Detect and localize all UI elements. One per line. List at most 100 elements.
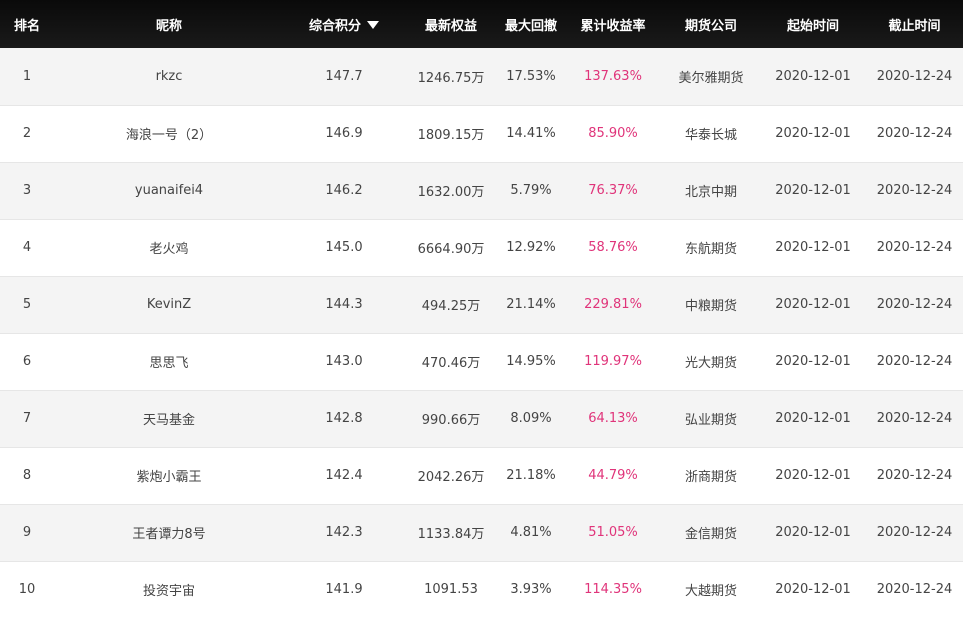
cell-nickname: KevinZ (146, 297, 192, 312)
header-return-rate: 累计收益率 (580, 18, 646, 34)
cell-score: 141.9 (325, 582, 363, 597)
cell-end-time: 2020-12-24 (876, 525, 953, 540)
cell-return-rate: 229.81% (584, 297, 642, 312)
header-nickname: 昵称 (155, 18, 182, 34)
cell-rank: 5 (22, 297, 32, 312)
cell-start-time: 2020-12-01 (775, 183, 851, 198)
cell-drawdown: 3.93% (510, 582, 552, 597)
cell-broker: 北京中期 (684, 185, 737, 200)
cell-score: 146.9 (325, 126, 363, 141)
cell-broker: 华泰长城 (684, 128, 737, 143)
cell-rank: 6 (22, 354, 32, 369)
cell-start-time: 2020-12-01 (775, 126, 851, 141)
cell-broker: 美尔雅期货 (678, 70, 744, 86)
ranking-table: 排名 昵称 综合积分 最新权益 最大回撤 累计收益率 期货公司 起始时间 截止时… (0, 0, 963, 617)
cell-nickname: 思思飞 (149, 356, 189, 371)
cell-return-rate: 51.05% (588, 525, 638, 540)
cell-score: 142.4 (325, 468, 363, 483)
cell-equity: 1809.15万 (417, 128, 485, 143)
table-row: 5 KevinZ 144.3 494.25万 21.14% 229.81% 中粮期货 2020… (0, 276, 963, 333)
table-row: 9 王者谭力8号 142.3 1133.84万 4.81% 51.05% 金信期货 2020-… (0, 504, 963, 561)
cell-drawdown: 4.81% (510, 525, 552, 540)
cell-equity: 2042.26万 (417, 470, 485, 485)
cell-score: 143.0 (325, 354, 363, 369)
cell-equity: 6664.90万 (417, 242, 485, 257)
cell-broker: 中粮期货 (684, 299, 737, 314)
cell-equity: 494.25万 (421, 299, 481, 314)
cell-end-time: 2020-12-24 (876, 582, 953, 597)
cell-score: 142.3 (325, 525, 363, 540)
cell-drawdown: 8.09% (510, 411, 552, 426)
cell-broker: 浙商期货 (684, 470, 737, 485)
cell-broker: 大越期货 (684, 584, 737, 599)
cell-rank: 8 (22, 468, 32, 483)
cell-return-rate: 58.76% (588, 240, 638, 255)
cell-broker: 弘业期货 (684, 413, 737, 428)
cell-rank: 7 (22, 411, 32, 426)
table-row: 8 紫炮小霸王 142.4 2042.26万 21.18% 44.79% 浙商期货 2020-… (0, 447, 963, 504)
cell-drawdown: 17.53% (506, 68, 556, 84)
cell-return-rate: 76.37% (588, 183, 638, 198)
cell-nickname: rkzc (155, 68, 183, 84)
cell-start-time: 2020-12-01 (775, 240, 851, 255)
cell-return-rate: 119.97% (584, 354, 642, 369)
cell-rank: 9 (22, 525, 32, 540)
cell-equity: 1246.75万 (417, 70, 485, 86)
cell-start-time: 2020-12-01 (775, 68, 851, 84)
header-broker: 期货公司 (684, 18, 737, 34)
table-header-row: 排名 昵称 综合积分 最新权益 最大回撤 累计收益率 期货公司 起始时间 截止时… (0, 0, 963, 48)
cell-score: 146.2 (325, 183, 363, 198)
cell-score: 142.8 (325, 411, 363, 426)
cell-broker: 东航期货 (684, 242, 737, 257)
header-score-sortable[interactable]: 综合积分 (284, 0, 404, 48)
cell-drawdown: 21.14% (506, 297, 556, 312)
cell-end-time: 2020-12-24 (876, 354, 953, 369)
cell-start-time: 2020-12-01 (775, 297, 851, 312)
cell-start-time: 2020-12-01 (775, 468, 851, 483)
cell-equity: 470.46万 (421, 356, 481, 371)
cell-nickname: 老火鸡 (149, 242, 189, 257)
cell-start-time: 2020-12-01 (775, 525, 851, 540)
header-equity: 最新权益 (424, 18, 477, 34)
cell-rank: 2 (22, 126, 32, 141)
header-score-label: 综合积分 (308, 18, 361, 34)
cell-return-rate: 64.13% (588, 411, 638, 426)
cell-equity: 1091.53 (424, 582, 478, 597)
cell-drawdown: 5.79% (510, 183, 552, 198)
cell-nickname: yuanaifei4 (134, 183, 204, 198)
cell-nickname: 王者谭力8号 (132, 527, 206, 542)
table-row: 3 yuanaifei4 146.2 1632.00万 5.79% 76.37% 北京中期 2… (0, 162, 963, 219)
header-start-time: 起始时间 (786, 18, 839, 34)
cell-nickname: 投资宇宙 (142, 584, 195, 599)
cell-broker: 金信期货 (684, 527, 737, 542)
cell-score: 145.0 (325, 240, 363, 255)
cell-score: 147.7 (325, 68, 363, 84)
caret-down-icon[interactable] (367, 21, 379, 29)
header-rank: 排名 (13, 18, 40, 34)
cell-end-time: 2020-12-24 (876, 240, 953, 255)
cell-start-time: 2020-12-01 (775, 582, 851, 597)
cell-return-rate: 137.63% (584, 68, 642, 84)
cell-drawdown: 14.95% (506, 354, 556, 369)
table-row: 7 天马基金 142.8 990.66万 8.09% 64.13% 弘业期货 2020-12-… (0, 390, 963, 447)
table-row: 10 投资宇宙 141.9 1091.53 3.93% 114.35% 大越期货 2020-1… (0, 561, 963, 617)
cell-broker: 光大期货 (684, 356, 737, 371)
cell-score: 144.3 (325, 297, 363, 312)
cell-nickname: 海浪一号（2） (125, 128, 213, 143)
header-end-time: 截止时间 (888, 18, 941, 34)
cell-rank: 10 (18, 582, 36, 597)
cell-start-time: 2020-12-01 (775, 411, 851, 426)
cell-equity: 1133.84万 (417, 527, 485, 542)
cell-return-rate: 114.35% (584, 582, 642, 597)
cell-return-rate: 85.90% (588, 126, 638, 141)
cell-end-time: 2020-12-24 (876, 126, 953, 141)
table-row: 6 思思飞 143.0 470.46万 14.95% 119.97% 光大期货 2020-12… (0, 333, 963, 390)
cell-start-time: 2020-12-01 (775, 354, 851, 369)
cell-return-rate: 44.79% (588, 468, 638, 483)
cell-equity: 990.66万 (421, 413, 481, 428)
cell-drawdown: 12.92% (506, 240, 556, 255)
cell-rank: 4 (22, 240, 32, 255)
cell-rank: 1 (22, 68, 32, 84)
cell-drawdown: 14.41% (506, 126, 556, 141)
cell-end-time: 2020-12-24 (876, 183, 953, 198)
